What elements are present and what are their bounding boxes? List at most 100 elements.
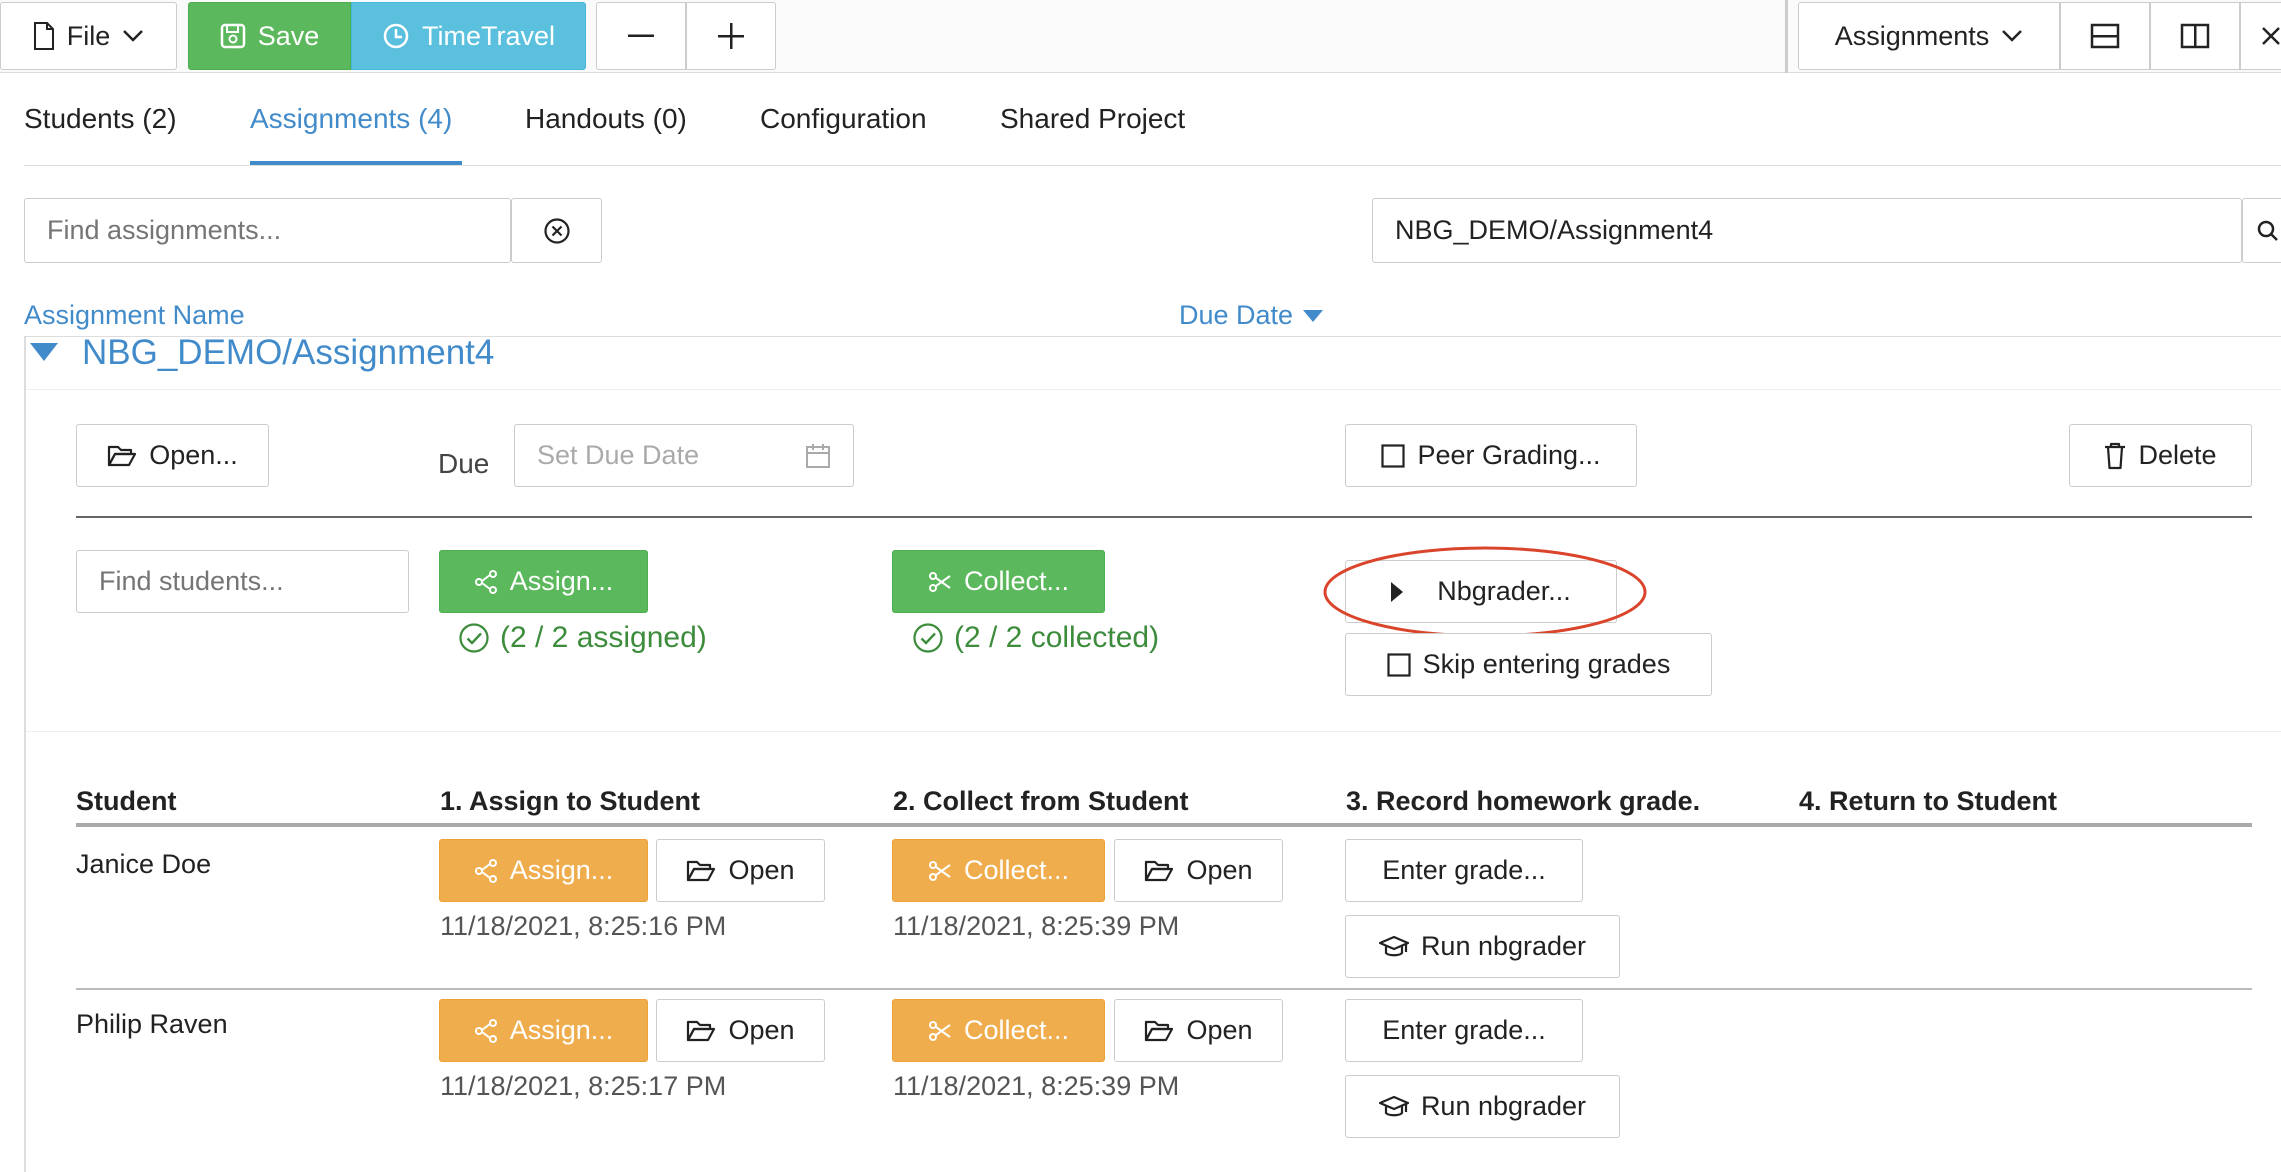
row-divider [76, 988, 2252, 990]
assign-all-button[interactable]: Assign... [439, 550, 648, 613]
due-date-input[interactable]: Set Due Date [514, 424, 854, 487]
skip-grades-button[interactable]: Skip entering grades [1345, 633, 1712, 696]
collect-student-label: Collect... [963, 1015, 1070, 1045]
peer-grading-button[interactable]: Peer Grading... [1345, 424, 1637, 487]
open-assigned-button[interactable]: Open [656, 999, 825, 1062]
share-icon [474, 1018, 497, 1043]
tab-handouts[interactable]: Handouts (0) [525, 103, 687, 135]
file-menu-button[interactable]: File [0, 2, 177, 70]
assignment-name-sort-header[interactable]: Assignment Name [24, 300, 245, 331]
student-name: Janice Doe [76, 849, 212, 879]
assignment-path-field[interactable]: NBG_DEMO/Assignment4 [1372, 198, 2242, 263]
due-date-header-label: Due Date [1179, 300, 1294, 330]
enter-grade-label: Enter grade... [1382, 1015, 1546, 1045]
clear-circle-icon [543, 217, 570, 244]
column-assign: 1. Assign to Student [440, 786, 701, 816]
share-icon [474, 858, 497, 883]
chevron-down-icon [123, 30, 144, 42]
assigned-timestamp: 11/18/2021, 8:25:17 PM [440, 1071, 727, 1101]
assign-student-label: Assign... [509, 1015, 614, 1045]
calendar-icon [806, 443, 830, 468]
assigned-status-text: (2 / 2 assigned) [500, 621, 707, 654]
column-collect: 2. Collect from Student [893, 786, 1189, 816]
assigned-timestamp: 11/18/2021, 8:25:16 PM [440, 911, 727, 941]
scissors-icon [928, 860, 951, 881]
toolbar-divider [1785, 0, 1788, 73]
collected-status: (2 / 2 collected) [912, 621, 1159, 655]
tab-assignments[interactable]: Assignments (4) [250, 103, 452, 135]
assignment-search-input[interactable] [24, 198, 511, 263]
folder-open-icon [687, 1020, 716, 1041]
zoom-out-button[interactable] [596, 2, 686, 70]
delete-label: Delete [2138, 440, 2217, 470]
save-icon [220, 23, 245, 49]
plus-icon [718, 23, 744, 49]
file-icon [33, 22, 54, 50]
folder-open-icon [1145, 1020, 1174, 1041]
assignment-title[interactable]: NBG_DEMO/Assignment4 [82, 333, 494, 373]
trash-icon [2105, 442, 2126, 469]
open-collected-button[interactable]: Open [1114, 999, 1283, 1062]
graduation-cap-icon [1378, 1095, 1409, 1116]
open-assignment-button[interactable]: Open... [76, 424, 269, 487]
collect-student-button[interactable]: Collect... [892, 839, 1105, 902]
assigned-status: (2 / 2 assigned) [458, 621, 707, 655]
column-return: 4. Return to Student [1799, 786, 2057, 816]
file-menu-label: File [66, 20, 111, 51]
enter-grade-button[interactable]: Enter grade... [1345, 999, 1583, 1062]
collect-all-button[interactable]: Collect... [892, 550, 1105, 613]
assign-student-button[interactable]: Assign... [439, 839, 648, 902]
assign-student-label: Assign... [509, 855, 614, 885]
split-horizontal-icon [2090, 23, 2120, 49]
tab-shared-project[interactable]: Shared Project [1000, 103, 1185, 135]
open-collected-label: Open [1186, 855, 1253, 885]
collected-timestamp: 11/18/2021, 8:25:39 PM [893, 911, 1180, 941]
assign-student-button[interactable]: Assign... [439, 999, 648, 1062]
skip-grades-label: Skip entering grades [1422, 649, 1671, 679]
save-button[interactable]: Save [188, 2, 351, 70]
enter-grade-button[interactable]: Enter grade... [1345, 839, 1583, 902]
assign-all-label: Assign... [509, 566, 614, 596]
graduation-cap-icon [1378, 935, 1409, 956]
split-horizontal-button[interactable] [2060, 2, 2150, 70]
path-action-button[interactable] [2242, 198, 2281, 263]
split-vertical-icon [2180, 23, 2210, 49]
due-date-placeholder: Set Due Date [537, 440, 700, 470]
folder-open-icon [1145, 860, 1174, 881]
assignment-path-value: NBG_DEMO/Assignment4 [1395, 215, 1714, 245]
view-select-button[interactable]: Assignments [1798, 2, 2060, 70]
run-nbgrader-button[interactable]: Run nbgrader [1345, 1075, 1620, 1138]
collect-student-button[interactable]: Collect... [892, 999, 1105, 1062]
section-divider [76, 516, 2252, 518]
timetravel-button[interactable]: TimeTravel [351, 2, 586, 70]
scissors-icon [928, 1020, 951, 1041]
scissors-icon [928, 571, 951, 592]
check-circle-icon [913, 623, 943, 653]
controls-divider [26, 731, 2281, 732]
table-header-border [76, 823, 2252, 827]
tab-students[interactable]: Students (2) [24, 103, 177, 135]
zoom-in-button[interactable] [686, 2, 776, 70]
title-divider [26, 389, 2281, 390]
open-assigned-button[interactable]: Open [656, 839, 825, 902]
due-date-sort-header[interactable]: Due Date [1179, 300, 1324, 331]
close-frame-button[interactable] [2240, 2, 2281, 70]
sort-down-icon [1303, 309, 1324, 322]
split-vertical-button[interactable] [2150, 2, 2240, 70]
open-assignment-label: Open... [149, 440, 238, 470]
tab-configuration[interactable]: Configuration [760, 103, 927, 135]
collect-all-label: Collect... [963, 566, 1070, 596]
run-nbgrader-label: Run nbgrader [1420, 1091, 1587, 1121]
column-student: Student [76, 786, 177, 816]
run-nbgrader-button[interactable]: Run nbgrader [1345, 915, 1620, 978]
checkbox-icon [1381, 443, 1406, 468]
chevron-down-icon [2002, 30, 2023, 42]
open-collected-button[interactable]: Open [1114, 839, 1283, 902]
delete-button[interactable]: Delete [2069, 424, 2252, 487]
check-circle-icon [459, 623, 489, 653]
clear-search-button[interactable] [511, 198, 602, 263]
find-students-input[interactable] [76, 550, 409, 613]
checkbox-icon [1387, 652, 1411, 677]
collected-timestamp: 11/18/2021, 8:25:39 PM [893, 1071, 1180, 1101]
collapse-triangle-icon[interactable] [30, 343, 58, 361]
